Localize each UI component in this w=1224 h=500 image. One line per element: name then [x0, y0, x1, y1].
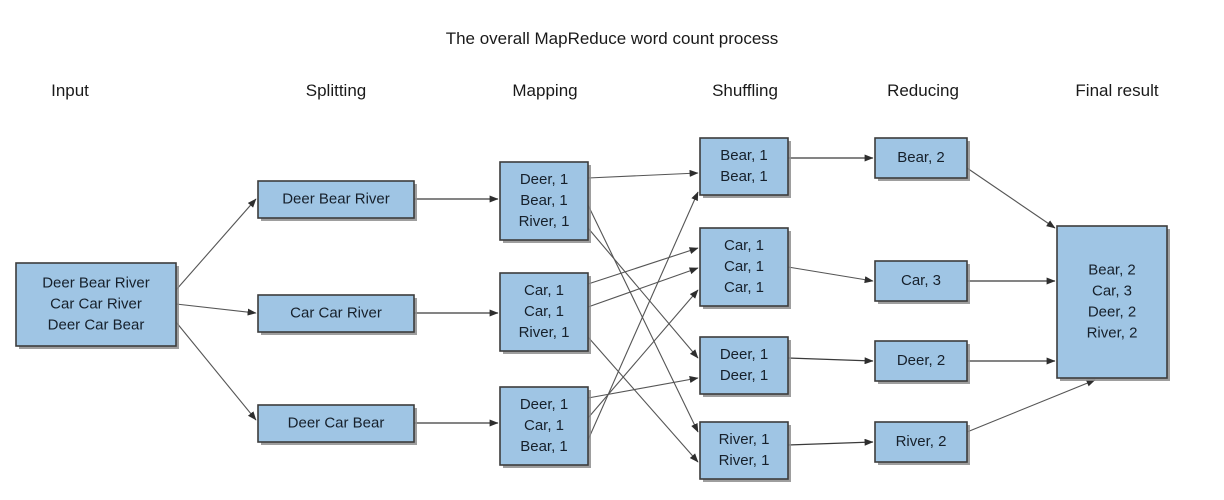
node-label-line: Deer, 1	[720, 367, 768, 384]
node-map-1[interactable]: Car, 1 Car, 1 River, 1	[499, 272, 591, 354]
node-label-line: Deer Bear River	[282, 190, 390, 207]
node-label-line: Car, 1	[724, 279, 764, 296]
node-label-line: Car Car River	[50, 295, 142, 312]
stage-header-mapping: Mapping	[512, 81, 577, 100]
edge-input-0-to-split-2	[175, 321, 257, 421]
stage-header-splitting: Splitting	[306, 81, 366, 100]
diagram-canvas: The overall MapReduce word count process…	[15, 29, 1170, 482]
node-split-2[interactable]: Deer Car Bear	[257, 404, 417, 445]
node-label-line: Bear, 1	[520, 438, 568, 455]
node-label-line: Deer, 1	[520, 396, 568, 413]
node-label-line: River, 2	[896, 433, 947, 450]
stage-header-final_result: Final result	[1075, 81, 1158, 100]
page-title: The overall MapReduce word count process	[446, 29, 779, 48]
node-label-line: River, 1	[719, 452, 770, 469]
node-label-line: Car, 1	[524, 282, 564, 299]
node-label-line: River, 1	[519, 213, 570, 230]
edge-map-0-to-shuf-3	[587, 204, 699, 433]
node-layer: Deer Bear River Car Car River Deer Car Bea…	[15, 137, 1170, 482]
edge-red-0-to-final-0	[966, 167, 1056, 229]
edge-shuf-3-to-red-3	[787, 438, 874, 446]
edge-shuf-2-to-red-2	[787, 357, 874, 365]
node-label-line: Bear, 1	[720, 147, 768, 164]
edge-map-1-to-shuf-1	[587, 267, 699, 308]
node-label-line: Car Car River	[290, 304, 382, 321]
node-label-line: Car, 1	[524, 303, 564, 320]
stage-header-input: Input	[51, 81, 89, 100]
node-split-1[interactable]: Car Car River	[257, 294, 417, 335]
edge-input-0-to-split-0	[175, 198, 257, 291]
node-label-line: Deer Bear River	[42, 274, 150, 291]
node-label-line: River, 1	[519, 324, 570, 341]
node-box[interactable]	[1056, 225, 1168, 379]
node-split-0[interactable]: Deer Bear River	[257, 180, 417, 221]
edge-shuf-1-to-red-1	[787, 266, 874, 284]
edge-map-1-to-shuf-1	[587, 247, 699, 285]
node-label-line: River, 1	[719, 431, 770, 448]
stage-header-reducing: Reducing	[887, 81, 959, 100]
edge-map-0-to-shuf-2	[587, 227, 699, 359]
node-label-line: Deer, 1	[520, 171, 568, 188]
node-shuf-2[interactable]: Deer, 1 Deer, 1	[699, 336, 791, 397]
node-label-line: Car, 3	[1092, 282, 1132, 299]
node-final-0[interactable]: Bear, 2 Car, 3 Deer, 2 River, 2	[1056, 225, 1170, 381]
node-map-2[interactable]: Deer, 1 Car, 1 Bear, 1	[499, 386, 591, 468]
edge-map-2-to-shuf-2	[587, 376, 699, 399]
node-label-line: Deer, 1	[720, 346, 768, 363]
node-shuf-0[interactable]: Bear, 1 Bear, 1	[699, 137, 791, 198]
edge-red-3-to-final-0	[966, 379, 1096, 433]
node-label-line: Car, 1	[724, 237, 764, 254]
node-label-line: Bear, 1	[720, 168, 768, 185]
node-shuf-3[interactable]: River, 1 River, 1	[699, 421, 791, 482]
node-red-1[interactable]: Car, 3	[874, 260, 970, 304]
edge-input-0-to-split-1	[175, 303, 257, 316]
node-label-line: Bear, 1	[520, 192, 568, 209]
node-red-2[interactable]: Deer, 2	[874, 340, 970, 384]
node-shuf-1[interactable]: Car, 1 Car, 1 Car, 1	[699, 227, 791, 309]
edge-map-0-to-shuf-0	[587, 169, 699, 179]
node-red-0[interactable]: Bear, 2	[874, 137, 970, 181]
node-label-line: Deer Car Bear	[48, 316, 145, 333]
mapreduce-diagram: The overall MapReduce word count process…	[0, 0, 1224, 500]
node-red-3[interactable]: River, 2	[874, 421, 970, 465]
node-label-line: River, 2	[1087, 324, 1138, 341]
stage-header-row: Input Splitting Mapping Shuffling Reducing Fi…	[51, 81, 1159, 100]
node-label-line: Deer Car Bear	[288, 414, 385, 431]
stage-header-shuffling: Shuffling	[712, 81, 778, 100]
edge-map-2-to-shuf-0	[587, 191, 699, 441]
node-label-line: Car, 3	[901, 272, 941, 289]
node-label-line: Car, 1	[524, 417, 564, 434]
node-map-0[interactable]: Deer, 1 Bear, 1 River, 1	[499, 161, 591, 243]
node-label-line: Car, 1	[724, 258, 764, 275]
node-input-0[interactable]: Deer Bear River Car Car River Deer Car Bea…	[15, 262, 179, 349]
node-label-line: Deer, 2	[1088, 303, 1136, 320]
node-label-line: Bear, 2	[897, 149, 945, 166]
node-label-line: Bear, 2	[1088, 261, 1136, 278]
node-label-line: Deer, 2	[897, 352, 945, 369]
